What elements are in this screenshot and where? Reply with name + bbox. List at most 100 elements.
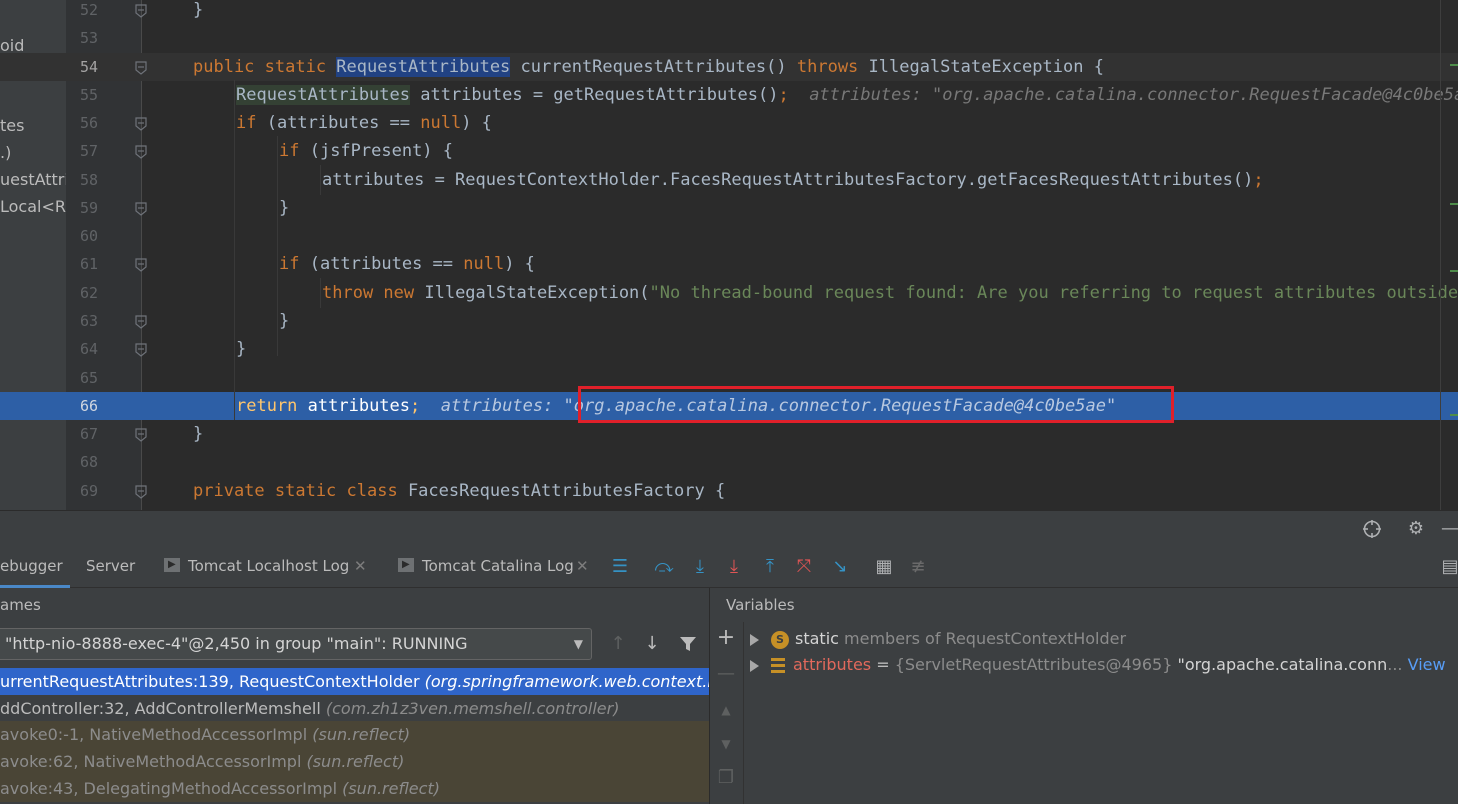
stack-frame[interactable]: avoke0:-1, NativeMethodAccessorImpl (sun… xyxy=(0,721,709,749)
fold-marker-icon[interactable] xyxy=(135,116,147,131)
line-number[interactable]: 67 xyxy=(66,420,112,448)
code-line[interactable]: 63} xyxy=(0,307,1458,335)
line-number[interactable]: 63 xyxy=(66,307,112,335)
fold-marker-icon[interactable] xyxy=(135,484,147,499)
code-line[interactable]: 54 public static RequestAttributes curren… xyxy=(0,52,1458,81)
minimize-icon[interactable]: — xyxy=(1438,517,1458,541)
code-line[interactable]: 53 xyxy=(0,24,1458,52)
line-number[interactable]: 53 xyxy=(66,24,112,52)
line-number[interactable]: 58 xyxy=(66,166,112,194)
thread-selector[interactable]: "http-nio-8888-exec-4"@2,450 in group "m… xyxy=(0,628,592,660)
code-text: } xyxy=(279,194,289,222)
line-number[interactable]: 65 xyxy=(66,364,112,392)
expand-arrow-icon[interactable] xyxy=(750,659,759,672)
stack-frame[interactable]: ddController:32, AddControllerMemshell (… xyxy=(0,695,709,722)
code-line[interactable]: 57 if (jsfPresent) { xyxy=(0,137,1458,165)
code-token: } xyxy=(279,197,290,218)
stack-frame[interactable]: urrentRequestAttributes:139, RequestCont… xyxy=(0,668,709,695)
expand-arrow-icon[interactable] xyxy=(750,633,759,646)
editor-scrollbar[interactable] xyxy=(1440,0,1441,510)
close-icon[interactable]: ✕ xyxy=(354,546,367,587)
force-step-into-icon[interactable]: ⤓ xyxy=(722,555,746,579)
frame-package: (com.zh1z3ven.memshell.controller) xyxy=(325,698,620,718)
fold-marker-icon[interactable] xyxy=(135,257,147,273)
evaluate-expression-icon[interactable]: ▦ xyxy=(872,555,896,579)
code-line[interactable]: 59} xyxy=(0,194,1458,222)
drop-frame-icon[interactable]: ⤧ xyxy=(792,555,816,579)
filter-icon[interactable] xyxy=(676,632,700,656)
code-line[interactable]: 62 throw new IllegalStateException("No th… xyxy=(0,279,1458,307)
frame-package: (org.springframework.web.context.request… xyxy=(424,672,709,691)
line-number[interactable]: 59 xyxy=(66,194,112,222)
field-icon xyxy=(771,657,785,674)
frame-method: avoke0:-1, NativeMethodAccessorImpl xyxy=(0,725,313,745)
fold-marker-icon[interactable] xyxy=(135,3,147,18)
variable-row-static[interactable]: Sstatic members of RequestContextHolder xyxy=(750,626,1126,652)
crosshair-icon[interactable] xyxy=(1360,517,1384,541)
add-watch-icon[interactable]: + xyxy=(714,626,738,650)
step-into-icon[interactable]: ⤓ xyxy=(688,555,712,579)
view-link[interactable]: View xyxy=(1403,655,1446,674)
line-number[interactable]: 54 xyxy=(66,53,112,81)
fold-marker-icon[interactable] xyxy=(135,342,147,358)
code-line[interactable]: 58 attributes = RequestContextHolder.Face… xyxy=(0,166,1458,194)
code-line[interactable]: 60 xyxy=(0,222,1458,250)
code-line[interactable]: 67} xyxy=(0,420,1458,448)
fold-marker-icon[interactable] xyxy=(135,314,147,329)
copy-icon[interactable]: ❐ xyxy=(714,766,738,790)
step-over-icon[interactable]: ⤼ xyxy=(652,555,676,579)
variable-name: attributes xyxy=(793,655,872,674)
step-out-icon[interactable]: ⤒ xyxy=(758,555,782,579)
close-icon[interactable]: ✕ xyxy=(576,546,589,587)
tab-server[interactable]: Server xyxy=(86,546,135,588)
line-number[interactable]: 52 xyxy=(66,0,112,24)
code-line[interactable]: 56 if (attributes == null) { xyxy=(0,109,1458,137)
gear-icon[interactable]: ⚙ xyxy=(1404,517,1428,541)
line-number[interactable]: 60 xyxy=(66,222,112,250)
console-icon: ▶ xyxy=(398,558,414,572)
code-token: } xyxy=(193,424,204,445)
line-number[interactable]: 55 xyxy=(66,81,112,109)
fold-marker-icon[interactable] xyxy=(135,201,147,216)
arrow-up-icon[interactable]: ↑ xyxy=(606,632,630,656)
code-line[interactable]: 69 private static class FacesRequestAttri… xyxy=(0,477,1458,505)
show-execution-point-icon[interactable]: ☰ xyxy=(608,555,632,579)
keyword-token: if xyxy=(279,141,300,162)
code-token: ) { xyxy=(504,254,535,275)
arrow-down-icon[interactable]: ↓ xyxy=(640,632,664,656)
line-number[interactable]: 68 xyxy=(66,448,112,476)
move-down-icon[interactable]: ▼ xyxy=(714,732,738,756)
fold-marker-icon[interactable] xyxy=(135,144,147,160)
fold-marker-icon[interactable] xyxy=(135,427,147,442)
tab-tomcat-catalina-log[interactable]: ▶ Tomcat Catalina Log xyxy=(398,546,574,588)
line-number[interactable]: 56 xyxy=(66,109,112,137)
variable-row-attributes[interactable]: attributes = {ServletRequestAttributes@4… xyxy=(750,652,1446,678)
code-token: attributes xyxy=(297,395,411,416)
code-line[interactable]: 55 RequestAttributes attributes = getRequ… xyxy=(0,81,1458,109)
line-number[interactable]: 64 xyxy=(66,335,112,363)
remove-watch-icon[interactable]: — xyxy=(714,662,738,686)
run-to-cursor-icon[interactable]: ↘ xyxy=(828,555,852,579)
line-number[interactable]: 57 xyxy=(66,137,112,165)
move-up-icon[interactable]: ▲ xyxy=(714,698,738,722)
code-line[interactable]: 61 if (attributes == null) { xyxy=(0,250,1458,278)
line-number[interactable]: 62 xyxy=(66,279,112,307)
code-line[interactable]: 68 xyxy=(0,448,1458,476)
line-number[interactable]: 66 xyxy=(66,392,112,420)
code-editor[interactable]: oidolean):tes.)uestAttriLocal<R 52}5354p… xyxy=(0,0,1458,510)
line-number[interactable]: 69 xyxy=(66,477,112,505)
keyword-token: if xyxy=(279,254,300,275)
trace-icon[interactable]: ≢ xyxy=(906,555,930,579)
stack-frame[interactable]: avoke:43, DelegatingMethodAccessorImpl (… xyxy=(0,774,709,802)
code-text: private static class FacesRequestAttribu… xyxy=(193,477,725,505)
line-number[interactable]: 61 xyxy=(66,250,112,278)
code-line[interactable]: 64} xyxy=(0,335,1458,363)
tab-tomcat-localhost-log[interactable]: ▶ Tomcat Localhost Log xyxy=(164,546,349,588)
tab-debugger-label: ebugger xyxy=(0,557,63,575)
tab-debugger[interactable]: ebugger xyxy=(0,546,70,588)
fold-marker-icon[interactable] xyxy=(135,60,147,75)
stack-frame[interactable]: avoke:62, NativeMethodAccessorImpl (sun.… xyxy=(0,748,709,776)
layout-icon[interactable]: ▤ xyxy=(1438,555,1458,579)
code-line[interactable]: 52} xyxy=(0,0,1458,24)
keyword-token: throw new xyxy=(322,282,415,303)
